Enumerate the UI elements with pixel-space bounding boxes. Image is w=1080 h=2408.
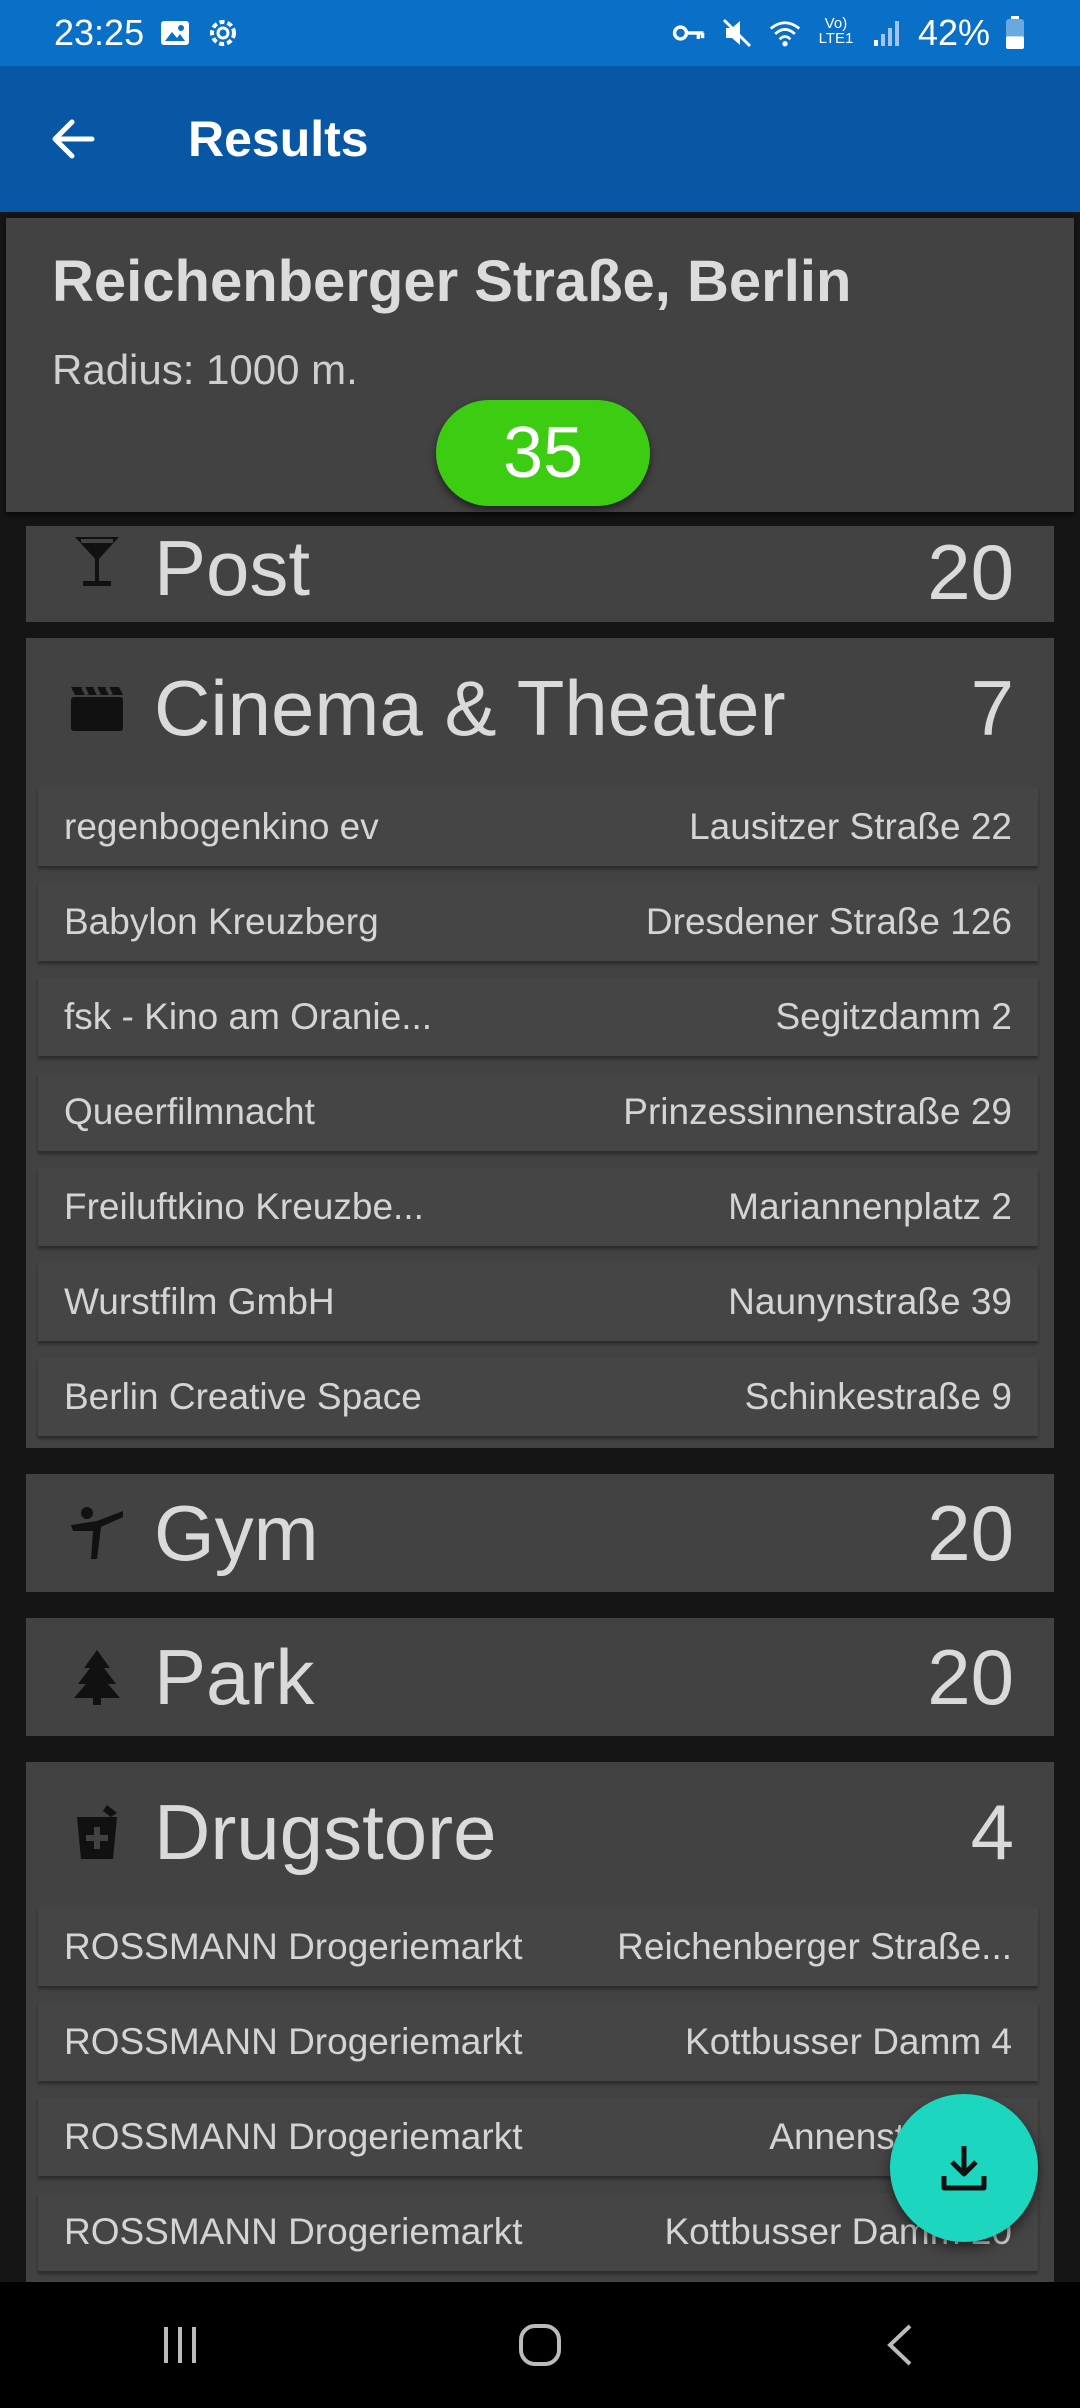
back-button[interactable] [0,66,146,212]
system-nav-bar [0,2282,1080,2408]
settings-icon [206,16,240,50]
arrow-left-icon [52,119,95,159]
pharmacy-icon [66,1801,128,1863]
battery-icon [1004,16,1026,50]
category-name: Drugstore [154,1787,497,1876]
place-address: Prinzessinnenstraße 29 [623,1091,1012,1132]
category-count: 7 [970,663,1014,752]
place-name: ROSSMANN Drogeriemarkt [64,2211,523,2252]
results-list[interactable]: Post 20 Cinema & Theater 7 regenbogenkin… [0,512,1080,2282]
place-name: Babylon Kreuzberg [64,901,379,942]
mute-icon [720,16,754,50]
page-title: Results [188,111,369,167]
place-name: ROSSMANN Drogeriemarkt [64,2116,523,2157]
category-count: 20 [927,528,1014,616]
place-name: ROSSMANN Drogeriemarkt [64,1926,523,1967]
recent-apps-button[interactable] [120,2295,240,2395]
category-name: Cinema & Theater [154,663,786,752]
list-item[interactable]: ROSSMANN Drogeriemarkt Kottbusser Damm 4 [38,2003,1038,2081]
place-name: Queerfilmnacht [64,1091,315,1132]
signal-icon [870,16,904,50]
category-gym[interactable]: Gym 20 [26,1474,1054,1592]
radius-label: Radius: 1000 m. [52,346,358,393]
list-item[interactable]: fsk - Kino am Oranie... Segitzdamm 2 [38,978,1038,1056]
place-name: fsk - Kino am Oranie... [64,996,433,1037]
place-address: Dresdener Straße 126 [645,901,1012,942]
category-post[interactable]: Post 20 [26,526,1054,622]
place-address: Mariannenplatz 2 [728,1186,1012,1227]
place-name: Wurstfilm GmbH [64,1281,335,1322]
home-icon [519,2324,561,2366]
place-name: Freiluftkino Kreuzbe... [64,1186,424,1227]
list-item[interactable]: ROSSMANN Drogeriemarkt Reichenberger Str… [38,1908,1038,1986]
image-icon [158,16,192,50]
place-address: Lausitzer Straße 22 [689,806,1012,847]
place-address: Naunynstraße 39 [728,1281,1012,1322]
category-name: Gym [154,1488,319,1577]
list-item[interactable]: Freiluftkino Kreuzbe... Mariannenplatz 2 [38,1168,1038,1246]
martial-arts-icon [66,1502,128,1564]
list-item[interactable]: ROSSMANN Drogeriemarkt Annenstraße 4 [38,2098,1038,2176]
list-item[interactable]: Queerfilmnacht Prinzessinnenstraße 29 [38,1073,1038,1151]
category-count: 4 [970,1787,1014,1876]
category-cinema-theater[interactable]: Cinema & Theater 7 regenbogenkino ev Lau… [26,638,1054,1448]
category-count: 20 [927,1488,1014,1577]
list-item[interactable]: Wurstfilm GmbH Naunynstraße 39 [38,1263,1038,1341]
vpn-key-icon [672,16,706,50]
status-bar: 23:25 Vo) LTE1 42% [0,0,1080,66]
place-name: regenbogenkino ev [64,806,379,847]
battery-percent: 42% [917,12,990,53]
category-name: Post [154,526,311,612]
clapperboard-icon [66,677,128,739]
back-nav-button[interactable] [840,2295,960,2395]
recent-apps-icon [164,2327,196,2363]
back-nav-icon [887,2324,912,2366]
place-address: Segitzdamm 2 [775,996,1013,1037]
place-address: Kottbusser Damm 4 [685,2021,1012,2062]
list-item[interactable]: Babylon Kreuzberg Dresdener Straße 126 [38,883,1038,961]
list-item[interactable]: ROSSMANN Drogeriemarkt Kottbusser Damm 2… [38,2193,1038,2271]
status-time: 23:25 [54,12,145,53]
category-park[interactable]: Park 20 [26,1618,1054,1736]
category-name: Park [154,1632,315,1721]
wifi-icon [768,16,802,50]
cocktail-icon [66,530,128,592]
total-count-badge: 35 [436,400,650,506]
location-summary-card: Reichenberger Straße, Berlin Radius: 100… [6,218,1074,512]
list-item[interactable]: regenbogenkino ev Lausitzer Straße 22 [38,788,1038,866]
download-icon [941,2146,987,2191]
location-name: Reichenberger Straße, Berlin [52,249,852,314]
category-count: 20 [927,1632,1014,1721]
app-bar: Results [0,66,1080,212]
tree-icon [66,1646,128,1708]
volte-icon: Vo) LTE1 [818,15,854,47]
place-name: Berlin Creative Space [64,1376,422,1417]
place-name: ROSSMANN Drogeriemarkt [64,2021,523,2062]
home-button[interactable] [480,2295,600,2395]
place-address: Reichenberger Straße... [617,1926,1012,1967]
download-button[interactable] [890,2094,1038,2242]
place-address: Schinkestraße 9 [744,1376,1012,1417]
list-item[interactable]: Berlin Creative Space Schinkestraße 9 [38,1358,1038,1436]
